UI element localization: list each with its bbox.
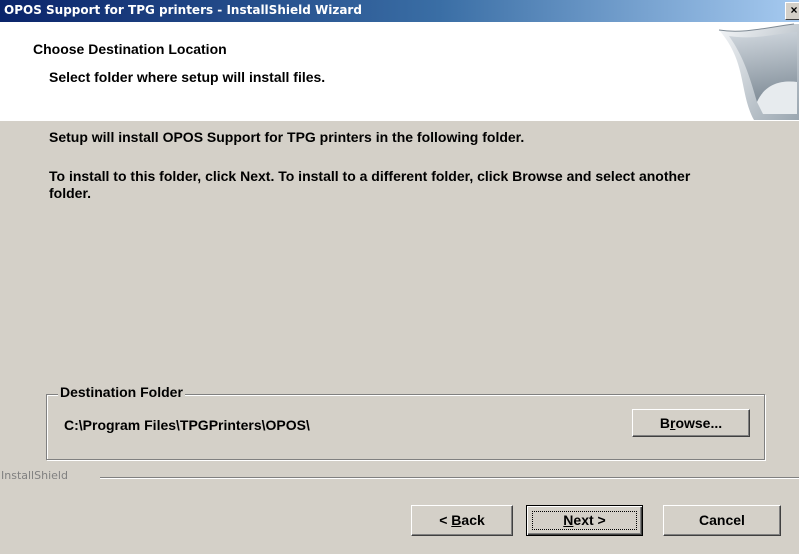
close-icon: × <box>790 3 798 17</box>
destination-folder-label: Destination Folder <box>58 384 185 400</box>
installshield-brand-label: InstallShield <box>1 469 68 482</box>
cancel-button[interactable]: Cancel <box>663 505 781 536</box>
window-title: OPOS Support for TPG printers - InstallS… <box>4 3 362 17</box>
back-button[interactable]: < Back <box>411 505 513 536</box>
close-button[interactable]: × <box>785 2 799 20</box>
computer-artwork-icon <box>718 23 799 120</box>
install-info-text: Setup will install OPOS Support for TPG … <box>49 129 525 145</box>
title-bar[interactable]: OPOS Support for TPG printers - InstallS… <box>0 0 799 22</box>
installshield-wizard-window: OPOS Support for TPG printers - InstallS… <box>0 0 799 554</box>
focus-rectangle <box>532 511 637 530</box>
destination-path: C:\Program Files\TPGPrinters\OPOS\ <box>64 417 310 433</box>
page-title: Choose Destination Location <box>33 41 227 57</box>
page-subtitle: Select folder where setup will install f… <box>49 69 326 85</box>
footer-divider <box>100 477 799 479</box>
wizard-header: Choose Destination Location Select folde… <box>0 22 799 121</box>
instructions-text: To install to this folder, click Next. T… <box>49 168 691 201</box>
header-divider <box>0 120 799 121</box>
next-button[interactable]: Next > <box>526 505 643 536</box>
browse-button[interactable]: Browse... <box>632 409 750 437</box>
